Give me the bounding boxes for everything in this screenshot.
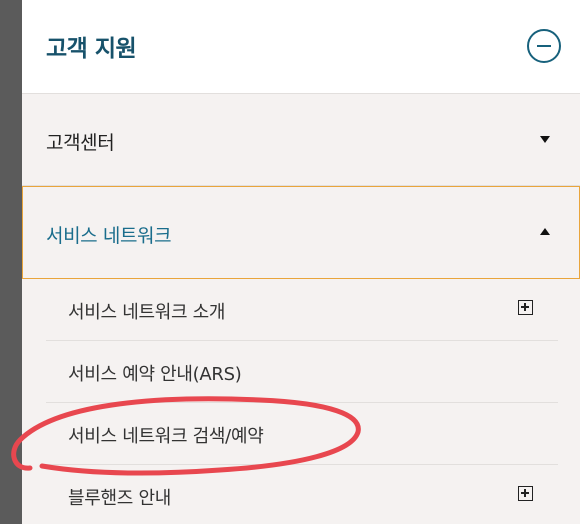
menu-item-label: 고객센터: [46, 132, 115, 154]
left-edge-strip: [0, 0, 22, 524]
menu-item-customer-center[interactable]: 고객센터: [22, 94, 580, 186]
minus-icon: [537, 45, 551, 47]
submenu-item-bluehands[interactable]: 블루핸즈 안내: [46, 465, 558, 527]
collapse-button[interactable]: [527, 29, 561, 63]
plus-box-icon[interactable]: [518, 300, 533, 315]
menu-item-service-network[interactable]: 서비스 네트워크: [22, 186, 580, 279]
submenu-item-label: 서비스 네트워크 소개: [68, 302, 226, 323]
submenu-item-network-search[interactable]: 서비스 네트워크 검색/예약: [46, 403, 558, 465]
menu-item-label: 서비스 네트워크: [46, 225, 172, 247]
caret-down-icon: [540, 136, 550, 143]
submenu-item-label: 서비스 네트워크 검색/예약: [68, 426, 264, 447]
submenu-item-network-intro[interactable]: 서비스 네트워크 소개: [46, 279, 558, 341]
plus-box-icon[interactable]: [518, 486, 533, 501]
submenu-item-reservation-guide[interactable]: 서비스 예약 안내(ARS): [46, 341, 558, 403]
customer-support-panel: 고객 지원 고객센터 서비스 네트워크 서비스 네트워크 소개 서비스 예약 안…: [22, 0, 580, 524]
submenu-item-label: 블루핸즈 안내: [68, 488, 171, 509]
submenu-item-label: 서비스 예약 안내(ARS): [68, 364, 242, 385]
page-title: 고객 지원: [46, 36, 137, 62]
panel-header: 고객 지원: [22, 0, 580, 94]
caret-up-icon: [540, 228, 550, 235]
